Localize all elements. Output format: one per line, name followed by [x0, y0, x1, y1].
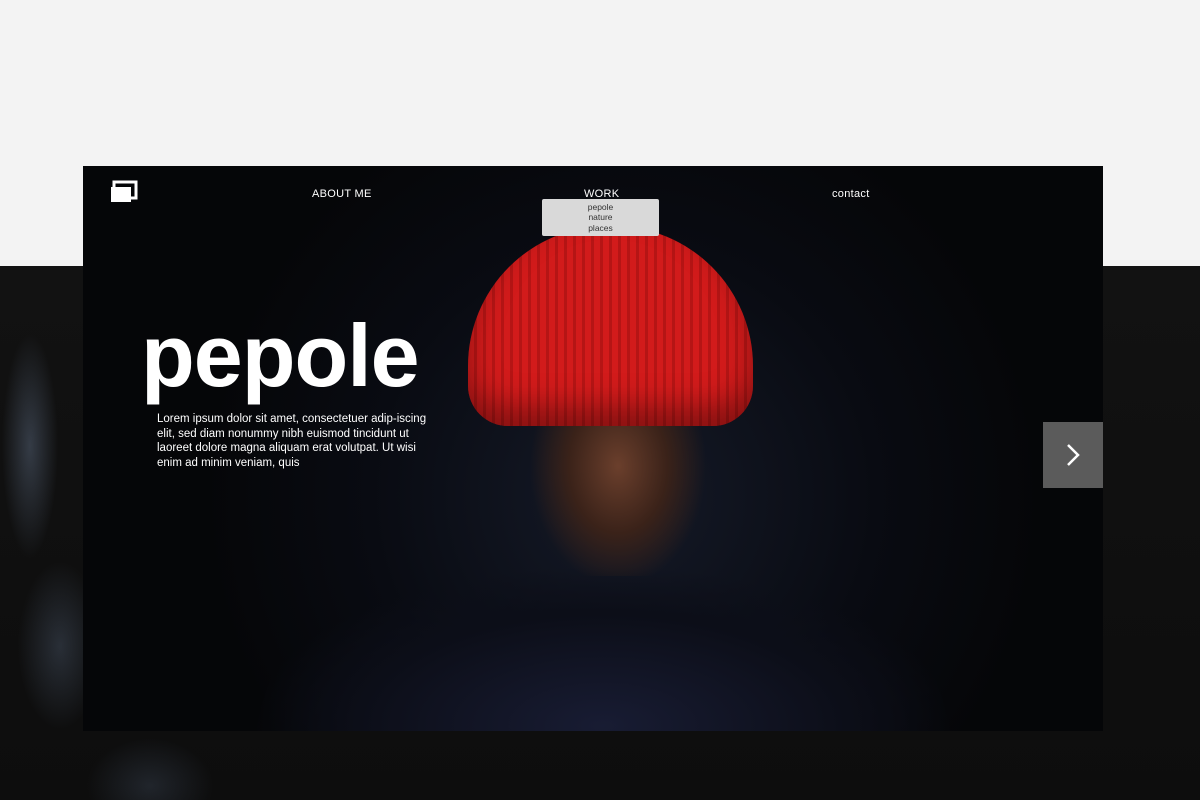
dropdown-item-places[interactable]: places [588, 223, 613, 234]
portrait-hat [468, 226, 753, 426]
hero-stage: ABOUT ME WORK contact pepole nature plac… [83, 166, 1103, 731]
dropdown-item-pepole[interactable]: pepole [588, 202, 614, 213]
hero-title: pepole [141, 306, 420, 405]
hero-description: Lorem ipsum dolor sit amet, consectetuer… [157, 413, 427, 469]
logo-icon[interactable] [110, 180, 138, 204]
dropdown-item-nature[interactable]: nature [588, 212, 612, 223]
nav-contact[interactable]: contact [832, 188, 870, 200]
next-slide-button[interactable] [1043, 422, 1103, 488]
nav-about-me[interactable]: ABOUT ME [312, 188, 372, 200]
chevron-right-icon [1067, 444, 1080, 466]
work-dropdown-menu: pepole nature places [542, 199, 659, 236]
